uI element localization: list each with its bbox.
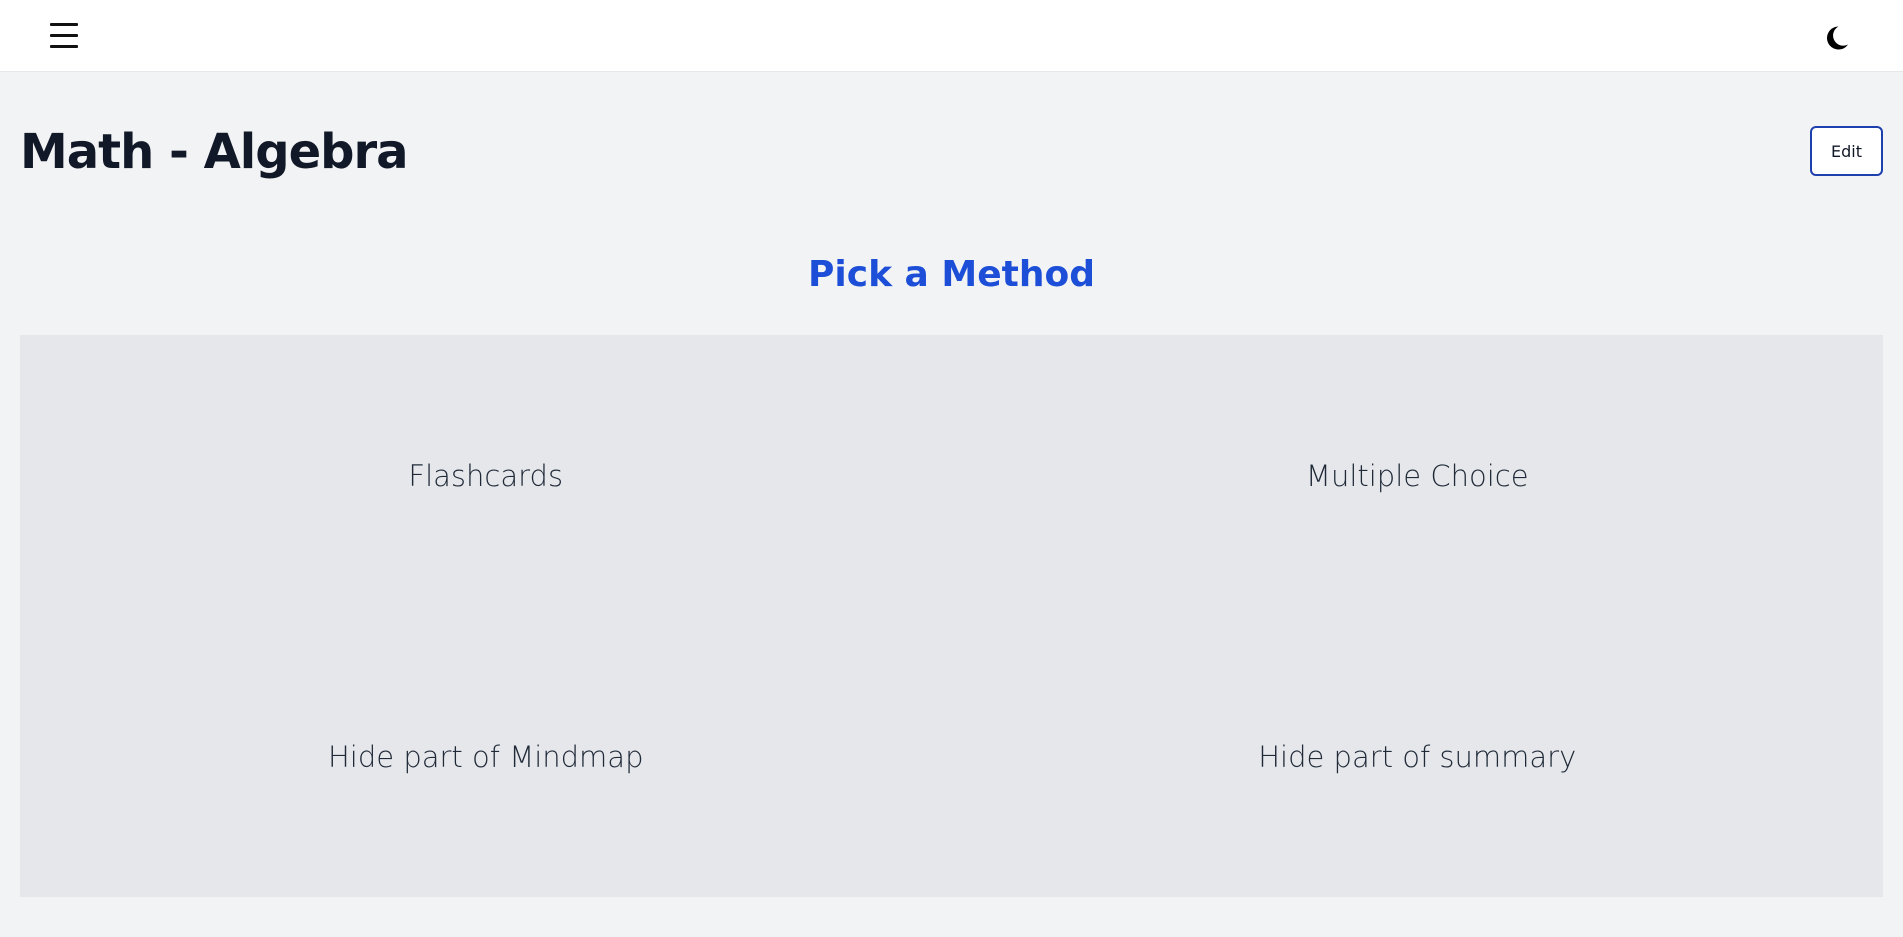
pick-method-heading: Pick a Method: [808, 254, 1095, 295]
moon-icon[interactable]: [1818, 20, 1854, 56]
method-multiple-choice[interactable]: Multiple Choice: [952, 335, 1884, 616]
methods-grid: Flashcards Multiple Choice Hide part of …: [20, 335, 1883, 897]
method-hide-mindmap[interactable]: Hide part of Mindmap: [20, 616, 952, 897]
menu-line: [50, 34, 78, 37]
page-title: Math - Algebra: [20, 124, 409, 180]
moon-icon-graphic: [1827, 26, 1848, 50]
method-flashcards[interactable]: Flashcards: [20, 335, 952, 616]
edit-button[interactable]: Edit: [1810, 126, 1883, 176]
method-hide-summary[interactable]: Hide part of summary: [952, 616, 1884, 897]
hamburger-menu-icon[interactable]: [40, 18, 88, 54]
top-bar: [0, 0, 1903, 72]
menu-line: [50, 23, 78, 26]
menu-line: [50, 45, 78, 48]
